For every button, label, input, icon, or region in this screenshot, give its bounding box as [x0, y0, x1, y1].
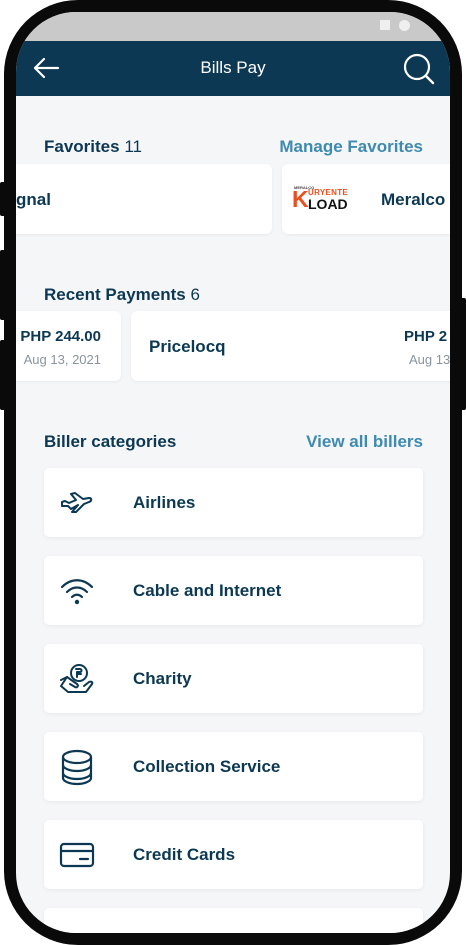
recent-payments-count: 6	[190, 285, 200, 304]
manage-favorites-link[interactable]: Manage Favorites	[279, 137, 423, 157]
recent-payment-card-pricelocq[interactable]: Pricelocq PHP 2 Aug 13	[131, 311, 450, 381]
favorite-name-meralco: Meralco	[381, 190, 446, 209]
category-cable-internet[interactable]: Cable and Internet	[44, 556, 423, 625]
airplane-icon	[61, 492, 93, 513]
recent-payment-date-1: Aug 13, 2021	[23, 352, 101, 367]
search-button[interactable]	[402, 52, 436, 86]
favorite-name-1: gnal	[16, 190, 51, 209]
favorites-heading: Favorites 11	[44, 137, 142, 157]
status-square-icon	[380, 20, 390, 30]
coins-stack-icon	[61, 749, 93, 786]
phone-side-button-left-bottom	[0, 340, 6, 410]
category-label-airlines: Airlines	[133, 493, 196, 512]
main-content: Favorites 11 Manage Favorites gnal MERAL…	[16, 96, 450, 933]
category-collection-service[interactable]: Collection Service	[44, 732, 423, 801]
phone-screen: Bills Pay Favorites 11 Manage Favorites …	[16, 12, 450, 933]
credit-card-icon	[59, 842, 95, 868]
favorites-count: 11	[124, 137, 142, 156]
logo-k: K	[292, 186, 309, 212]
category-credit-cards[interactable]: Credit Cards	[44, 820, 423, 889]
phone-side-button-left-mid	[0, 250, 6, 320]
page-title: Bills Pay	[200, 58, 266, 77]
wifi-icon	[60, 579, 94, 605]
status-bar	[16, 12, 450, 41]
recent-payment-amount-pricelocq: PHP 2	[404, 328, 448, 345]
category-charity[interactable]: Charity	[44, 644, 423, 713]
category-airlines[interactable]: Airlines	[44, 468, 423, 537]
recent-payment-amount-1: PHP 244.00	[20, 328, 101, 345]
recent-payment-name-pricelocq: Pricelocq	[149, 337, 226, 356]
biller-categories-title: Biller categories	[44, 432, 177, 451]
recent-payments-heading: Recent Payments 6	[44, 285, 200, 305]
category-label-charity: Charity	[133, 669, 192, 688]
status-circle-icon	[399, 20, 410, 31]
category-label-credit-cards: Credit Cards	[133, 845, 236, 864]
recent-payment-card-1[interactable]: PHP 244.00 Aug 13, 2021	[16, 311, 121, 381]
logo-word: LOAD	[308, 196, 348, 212]
charity-hand-icon	[60, 664, 94, 693]
favorite-card-1[interactable]: gnal	[16, 164, 272, 234]
search-icon	[403, 53, 435, 85]
recent-payments-title: Recent Payments	[44, 285, 186, 304]
category-next-partial[interactable]	[44, 908, 423, 933]
phone-side-button-right	[460, 298, 466, 410]
category-label-cable-internet: Cable and Internet	[133, 581, 282, 600]
phone-side-button-left-top	[0, 182, 6, 216]
meralco-logo: MERALCO K URYENTE LOAD	[292, 185, 362, 213]
view-all-billers-link[interactable]: View all billers	[306, 432, 423, 452]
favorite-card-meralco[interactable]: MERALCO K URYENTE LOAD Meralco	[282, 164, 450, 234]
recent-payment-date-pricelocq: Aug 13	[409, 352, 450, 367]
category-label-collection-service: Collection Service	[133, 757, 281, 776]
app-header: Bills Pay	[16, 41, 450, 96]
favorites-title: Favorites	[44, 137, 120, 156]
